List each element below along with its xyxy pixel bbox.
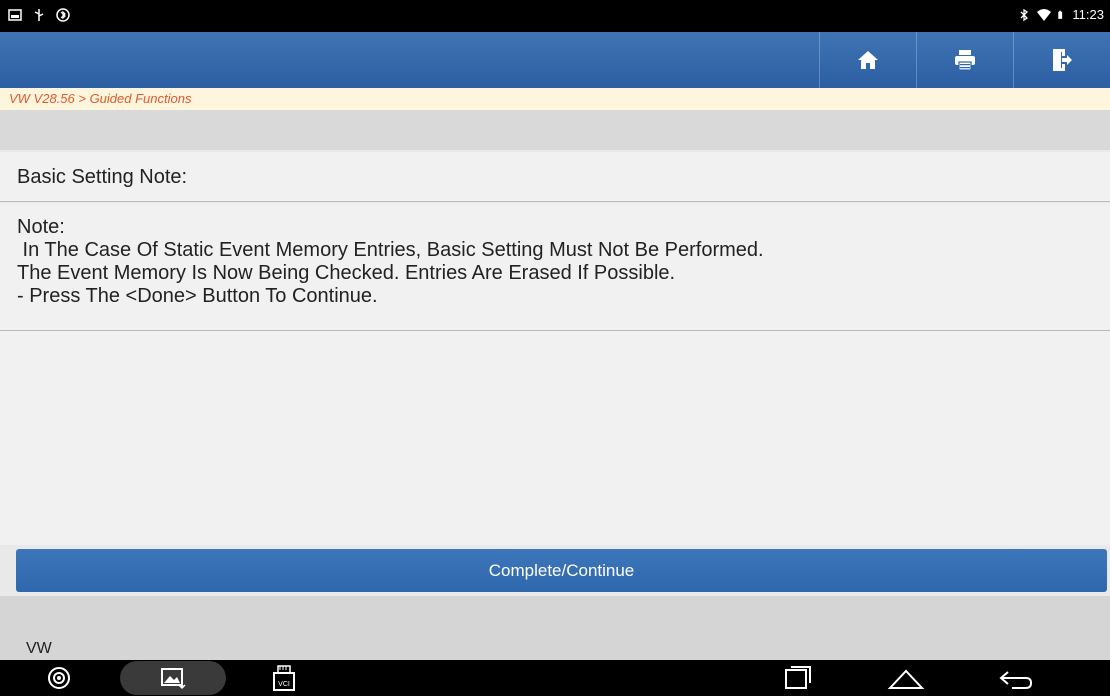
browser-icon (48, 667, 70, 689)
home-icon (858, 51, 878, 69)
note-text: Note: In The Case Of Static Event Memory… (0, 203, 1110, 331)
complete-continue-button[interactable]: Complete/Continue (16, 549, 1107, 592)
image-icon (8, 9, 22, 21)
usb-icon (34, 9, 44, 21)
basic-setting-title: Basic Setting Note: (0, 152, 1110, 202)
gallery-icon (161, 668, 186, 690)
status-bar: 11:23 (0, 0, 1110, 32)
wifi-icon (1037, 8, 1052, 21)
back-icon (999, 671, 1033, 689)
status-time: 11:23 (1072, 7, 1104, 22)
bluetooth-icon (1020, 8, 1029, 21)
app-bar (0, 32, 1110, 88)
back-button[interactable] (995, 666, 1037, 692)
recent-apps-icon (785, 666, 811, 689)
home-nav-icon (887, 669, 925, 689)
vci-label: VCI (278, 681, 290, 688)
footer-brand-label: VW (26, 640, 52, 657)
exit-button[interactable] (1013, 32, 1110, 88)
home-nav-button[interactable] (885, 666, 927, 692)
print-button[interactable] (916, 32, 1013, 88)
breadcrumb: VW V28.56 > Guided Functions (0, 88, 1110, 110)
print-icon (955, 50, 975, 71)
sync-icon (56, 8, 70, 22)
exit-icon (1053, 49, 1072, 71)
toolbar-spacer (0, 110, 1110, 150)
recent-apps-button[interactable] (780, 664, 816, 692)
gallery-button[interactable] (120, 661, 226, 695)
footer (0, 596, 1110, 660)
content-area (0, 331, 1110, 545)
home-button[interactable] (819, 32, 916, 88)
browser-button[interactable] (44, 665, 74, 691)
vci-icon: VCI (273, 665, 295, 691)
battery-icon (1058, 10, 1063, 19)
vci-button[interactable]: VCI (268, 662, 300, 694)
navigation-bar: VCI (0, 660, 1110, 696)
